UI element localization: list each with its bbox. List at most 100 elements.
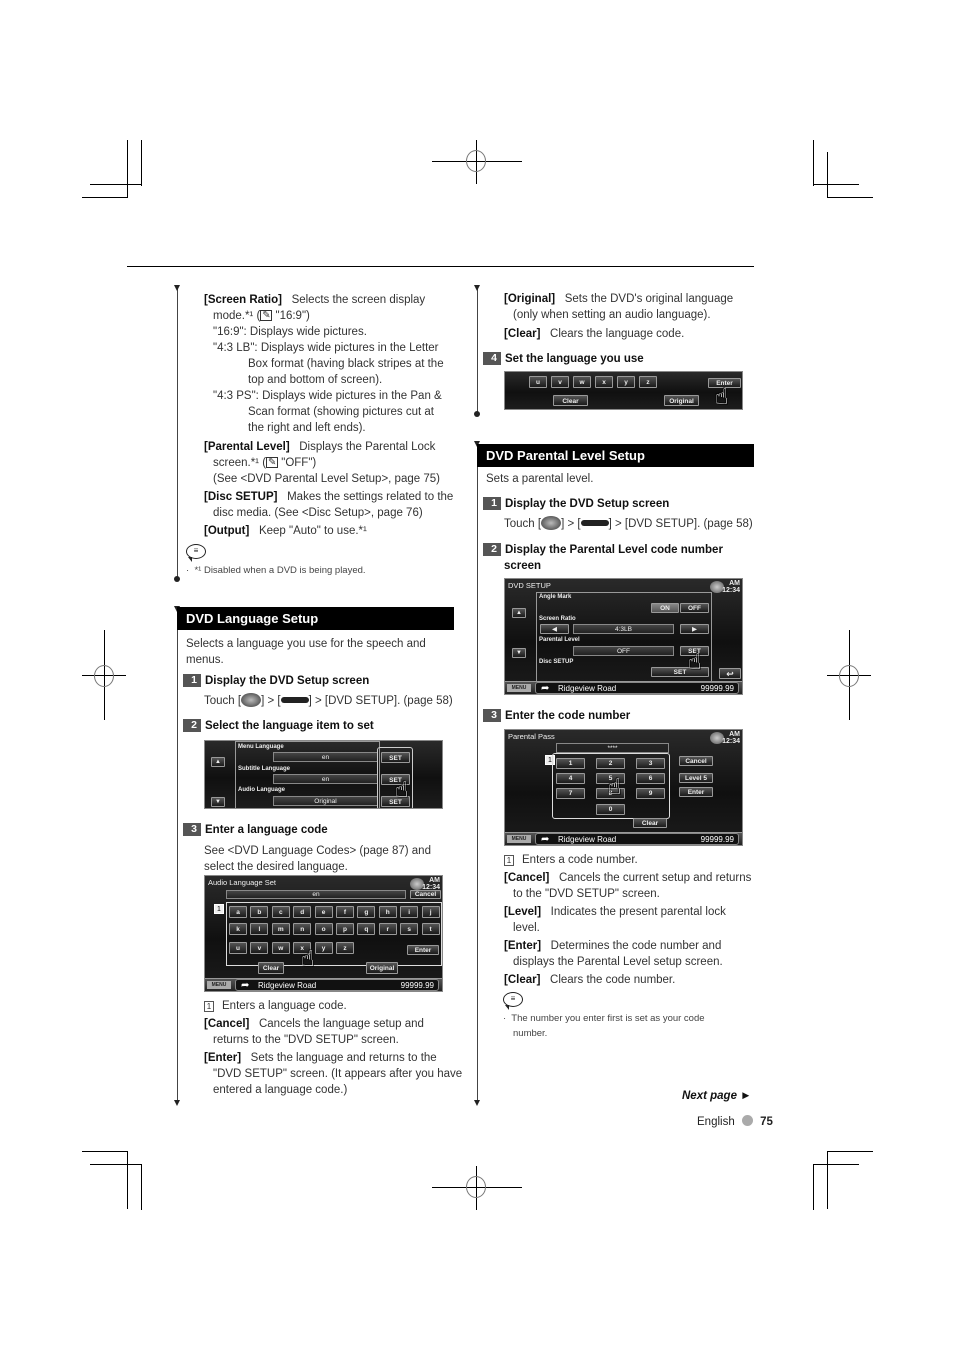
key-c[interactable]: c [271, 906, 290, 918]
menu-button[interactable]: MENU [507, 835, 531, 843]
key-d[interactable]: d [293, 906, 312, 918]
column-marker-arrow [474, 1100, 480, 1106]
original-button[interactable]: Original [664, 395, 699, 406]
step-number: 2 [183, 719, 201, 732]
ratio-prev-button[interactable]: ◀ [540, 624, 569, 634]
menu-button[interactable]: MENU [507, 684, 531, 692]
step-3-heading: 3 Enter the code number [483, 708, 630, 724]
audio-language-label: Audio Language [238, 787, 285, 793]
key-u[interactable]: u [529, 376, 547, 388]
original-desc2: (only when setting an audio language). [513, 309, 711, 321]
key-p[interactable]: p [336, 923, 354, 935]
screen-ratio-default: "16:9") [272, 310, 310, 322]
key-m[interactable]: m [271, 923, 290, 935]
column-marker-dot [174, 576, 180, 582]
subtitle-language-value: en [273, 774, 378, 784]
original-button[interactable]: Original [366, 962, 398, 974]
key-g[interactable]: g [357, 906, 376, 918]
disc-setup-desc2: disc media. (See <Disc Setup>, page 76) [213, 507, 423, 519]
key-a[interactable]: a [229, 906, 247, 918]
scroll-down-button[interactable]: ▼ [512, 648, 526, 658]
key-u[interactable]: u [229, 942, 247, 954]
return-button[interactable]: ↩ [719, 668, 741, 679]
legend-label: [Level] [504, 906, 542, 918]
key-w[interactable]: w [271, 942, 290, 954]
key-n[interactable]: n [293, 923, 312, 935]
digit-key-1[interactable]: 1 [556, 758, 585, 769]
screen-ratio-desc: Selects the screen display [291, 294, 426, 306]
key-f[interactable]: f [336, 906, 354, 918]
key-y[interactable]: y [617, 376, 635, 388]
parental-setup-intro: Sets a parental level. [486, 473, 594, 485]
step-1-instructions: Touch [] > [] > [DVD SETUP]. (page 58) [504, 516, 753, 532]
scroll-up-button[interactable]: ▲ [211, 757, 225, 767]
language-setup-intro: Selects a language you use for the speec… [186, 636, 456, 668]
key-y[interactable]: y [314, 942, 333, 954]
step-number: 1 [483, 497, 501, 510]
cancel-button[interactable]: Cancel [410, 890, 441, 899]
intro-line: menus. [186, 654, 224, 666]
angle-mark-off-button[interactable]: OFF [680, 603, 709, 613]
digit-key-0[interactable]: 0 [596, 804, 625, 815]
legend-text: Sets the language and returns to the [250, 1052, 437, 1064]
cancel-button[interactable]: Cancel [679, 756, 713, 766]
step-3-desc-line: See <DVD Language Codes> (page 87) and [204, 845, 431, 857]
note-icon: ≡ [186, 544, 206, 562]
legend-label: [Cancel] [504, 872, 550, 884]
legend-text: Enters a code number. [522, 854, 638, 866]
key-w[interactable]: w [573, 376, 591, 388]
key-l[interactable]: l [250, 923, 269, 935]
digit-key-6[interactable]: 6 [636, 773, 665, 784]
enter-button[interactable]: Enter [407, 945, 439, 955]
key-z[interactable]: z [336, 942, 354, 954]
key-e[interactable]: e [314, 906, 333, 918]
clear-button[interactable]: Clear [553, 395, 588, 406]
key-k[interactable]: k [229, 923, 247, 935]
next-page-link[interactable]: Next page ► [682, 1090, 752, 1102]
language-code-input[interactable]: en [226, 890, 406, 899]
key-v[interactable]: v [250, 942, 269, 954]
key-b[interactable]: b [250, 906, 269, 918]
navigation-info: ➦ Ridgeview Road 99999.99 [535, 833, 739, 845]
original-item: [Original] Sets the DVD's original langu… [504, 291, 764, 323]
digit-key-4[interactable]: 4 [556, 773, 585, 784]
pointing-hand-icon: ☝ [301, 946, 315, 971]
key-h[interactable]: h [378, 906, 397, 918]
key-s[interactable]: s [400, 923, 419, 935]
key-r[interactable]: r [378, 923, 397, 935]
disc-setup-label: [Disc SETUP] [204, 491, 278, 503]
scroll-up-button[interactable]: ▲ [512, 608, 526, 618]
digit-key-9[interactable]: 9 [636, 788, 665, 799]
angle-mark-on-button[interactable]: ON [651, 603, 679, 613]
step-number: 2 [483, 543, 501, 556]
parental-level-desc: Displays the Parental Lock [299, 441, 436, 453]
road-name: Ridgeview Road [258, 981, 317, 990]
scroll-down-button[interactable]: ▼ [211, 797, 225, 807]
key-z[interactable]: z [639, 376, 657, 388]
intro-line: Selects a language you use for the speec… [186, 638, 426, 650]
key-q[interactable]: q [357, 923, 376, 935]
key-o[interactable]: o [314, 923, 333, 935]
clock: AM 12:34 [722, 580, 740, 594]
parental-pass-screen: Parental Pass AM 12:34 **** 1 1234567890 … [504, 729, 743, 846]
clear-button[interactable]: Clear [258, 962, 284, 974]
key-t[interactable]: t [421, 923, 440, 935]
pencil-icon [260, 308, 273, 324]
ratio-next-button[interactable]: ▶ [680, 624, 709, 634]
key-j[interactable]: j [421, 906, 440, 918]
step-title: Display the Parental Level code number [505, 544, 723, 556]
clock-ampm: AM [729, 580, 740, 587]
key-v[interactable]: v [551, 376, 569, 388]
digit-key-7[interactable]: 7 [556, 788, 585, 799]
clear-button[interactable]: Clear [633, 818, 667, 828]
key-x[interactable]: x [595, 376, 613, 388]
key-i[interactable]: i [400, 906, 419, 918]
menu-button[interactable]: MENU [207, 981, 231, 989]
page-number: 75 [760, 1116, 773, 1128]
legend-number: 1 [504, 855, 514, 866]
menu-language-set-button[interactable]: SET [381, 752, 410, 763]
enter-button[interactable]: Enter [679, 787, 713, 797]
digit-key-3[interactable]: 3 [636, 758, 665, 769]
note-text: The number you enter first is set as you… [511, 1013, 705, 1024]
digit-key-2[interactable]: 2 [596, 758, 625, 769]
